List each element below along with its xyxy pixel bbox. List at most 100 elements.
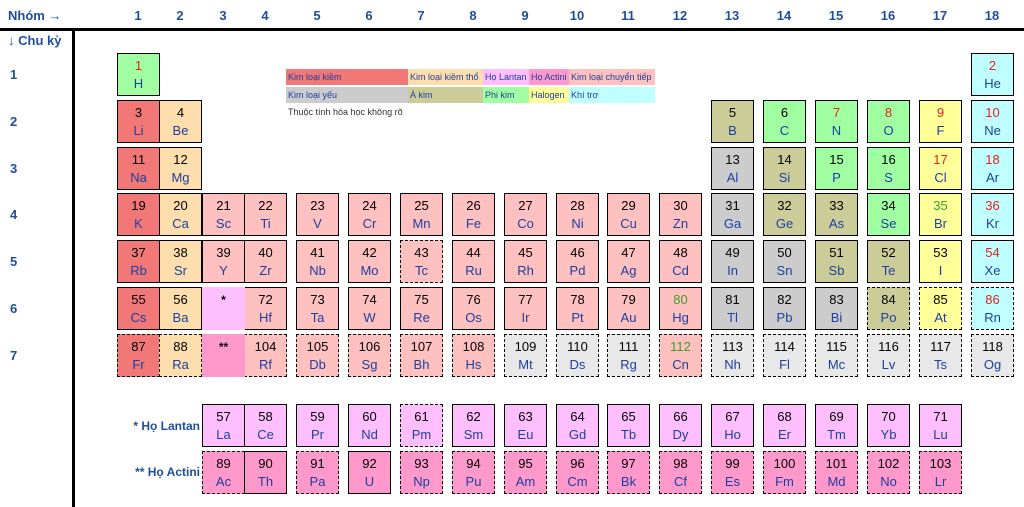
- element-Ta[interactable]: 73 Ta: [296, 287, 339, 330]
- element-Eu[interactable]: 63 Eu: [504, 404, 547, 447]
- element-Ru[interactable]: 44 Ru: [452, 240, 495, 283]
- element-Ge[interactable]: 32 Ge: [763, 193, 806, 236]
- element-Cs[interactable]: 55 Cs: [117, 287, 160, 330]
- element-Fm[interactable]: 100 Fm: [763, 451, 806, 494]
- element-Lu[interactable]: 71 Lu: [919, 404, 962, 447]
- element-Lr[interactable]: 103 Lr: [919, 451, 962, 494]
- element-Nd[interactable]: 60 Nd: [348, 404, 391, 447]
- element-Ca[interactable]: 20 Ca: [159, 193, 202, 236]
- element-Rb[interactable]: 37 Rb: [117, 240, 160, 283]
- element-Lv[interactable]: 116 Lv: [867, 334, 910, 377]
- element-Br[interactable]: 35 Br: [919, 193, 962, 236]
- element-Na[interactable]: 11 Na: [117, 147, 160, 190]
- element-Np[interactable]: 93 Np: [400, 451, 443, 494]
- element-O[interactable]: 8O: [867, 100, 910, 143]
- element-Li[interactable]: 3 Li: [117, 100, 160, 143]
- element-La[interactable]: 57 La: [202, 404, 245, 447]
- element-Th[interactable]: 90 Th: [244, 451, 287, 494]
- element-Rn[interactable]: 86 Rn: [971, 287, 1014, 330]
- element-Bh[interactable]: 107 Bh: [400, 334, 443, 377]
- element-Yb[interactable]: 70 Yb: [867, 404, 910, 447]
- element-Ag[interactable]: 47 Ag: [607, 240, 650, 283]
- element-In[interactable]: 49 In: [711, 240, 754, 283]
- element-S[interactable]: 16 S: [867, 147, 910, 190]
- element-Ra[interactable]: 88 Ra: [159, 334, 202, 377]
- element-Rf[interactable]: 104 Rf: [244, 334, 287, 377]
- element-Mt[interactable]: 109 Mt: [504, 334, 547, 377]
- element-Ni[interactable]: 28 Ni: [556, 193, 599, 236]
- element-V[interactable]: 23 V: [296, 193, 339, 236]
- element-Ba[interactable]: 56 Ba: [159, 287, 202, 330]
- element-Pt[interactable]: 78 Pt: [556, 287, 599, 330]
- element-Db[interactable]: 105 Db: [296, 334, 339, 377]
- element-Ne[interactable]: 10 Ne: [971, 100, 1014, 143]
- element-Cn[interactable]: 112 Cn: [659, 334, 702, 377]
- element-C[interactable]: 6C: [763, 100, 806, 143]
- element-He[interactable]: 2 He: [971, 53, 1014, 96]
- element-Xe[interactable]: 54 Xe: [971, 240, 1014, 283]
- element-Se[interactable]: 34 Se: [867, 193, 910, 236]
- element-Pm[interactable]: 61 Pm: [400, 404, 443, 447]
- element-Bk[interactable]: 97 Bk: [607, 451, 650, 494]
- element-Ti[interactable]: 22 Ti: [244, 193, 287, 236]
- element-Cu[interactable]: 29 Cu: [607, 193, 650, 236]
- element-Rh[interactable]: 45 Rh: [504, 240, 547, 283]
- element-Ga[interactable]: 31 Ga: [711, 193, 754, 236]
- element-Rg[interactable]: 111 Rg: [607, 334, 650, 377]
- element-Fr[interactable]: 87 Fr: [117, 334, 160, 377]
- element-Pa[interactable]: 91 Pa: [296, 451, 339, 494]
- element-Fe[interactable]: 26 Fe: [452, 193, 495, 236]
- element-Sc[interactable]: 21 Sc: [202, 193, 245, 236]
- element-Cm[interactable]: 96 Cm: [556, 451, 599, 494]
- element-Pr[interactable]: 59 Pr: [296, 404, 339, 447]
- element-Fl[interactable]: 114 Fl: [763, 334, 806, 377]
- element-Ds[interactable]: 110 Ds: [556, 334, 599, 377]
- element-Mc[interactable]: 115 Mc: [815, 334, 858, 377]
- element-Mn[interactable]: 25 Mn: [400, 193, 443, 236]
- element-B[interactable]: 5B: [711, 100, 754, 143]
- element-Tc[interactable]: 43 Tc: [400, 240, 443, 283]
- element-Hs[interactable]: 108 Hs: [452, 334, 495, 377]
- element-Dy[interactable]: 66 Dy: [659, 404, 702, 447]
- element-K[interactable]: 19 K: [117, 193, 160, 236]
- element-Ir[interactable]: 77 Ir: [504, 287, 547, 330]
- element-Am[interactable]: 95 Am: [504, 451, 547, 494]
- element-Pb[interactable]: 82 Pb: [763, 287, 806, 330]
- element-At[interactable]: 85 At: [919, 287, 962, 330]
- element-Re[interactable]: 75 Re: [400, 287, 443, 330]
- element-Ho[interactable]: 67 Ho: [711, 404, 754, 447]
- element-Nb[interactable]: 41 Nb: [296, 240, 339, 283]
- element-Pu[interactable]: 94 Pu: [452, 451, 495, 494]
- element-Ar[interactable]: 18 Ar: [971, 147, 1014, 190]
- element-Es[interactable]: 99 Es: [711, 451, 754, 494]
- element-Hg[interactable]: 80 Hg: [659, 287, 702, 330]
- element-Si[interactable]: 14 Si: [763, 147, 806, 190]
- element-Bi[interactable]: 83 Bi: [815, 287, 858, 330]
- element-Al[interactable]: 13 Al: [711, 147, 754, 190]
- element-Zn[interactable]: 30 Zn: [659, 193, 702, 236]
- element-Tl[interactable]: 81 Tl: [711, 287, 754, 330]
- element-Er[interactable]: 68 Er: [763, 404, 806, 447]
- element-Au[interactable]: 79 Au: [607, 287, 650, 330]
- element-Sg[interactable]: 106 Sg: [348, 334, 391, 377]
- element-Gd[interactable]: 64 Gd: [556, 404, 599, 447]
- element-Sb[interactable]: 51 Sb: [815, 240, 858, 283]
- element-Kr[interactable]: 36 Kr: [971, 193, 1014, 236]
- element-Zr[interactable]: 40 Zr: [244, 240, 287, 283]
- element-Cl[interactable]: 17 Cl: [919, 147, 962, 190]
- element-Ac[interactable]: 89 Ac: [202, 451, 245, 494]
- element-As[interactable]: 33 As: [815, 193, 858, 236]
- element-Sr[interactable]: 38 Sr: [159, 240, 202, 283]
- element-W[interactable]: 74 W: [348, 287, 391, 330]
- element-N[interactable]: 7N: [815, 100, 858, 143]
- element-Te[interactable]: 52 Te: [867, 240, 910, 283]
- element-Sn[interactable]: 50 Sn: [763, 240, 806, 283]
- element-Pd[interactable]: 46 Pd: [556, 240, 599, 283]
- element-P[interactable]: 15 P: [815, 147, 858, 190]
- element-I[interactable]: 53 I: [919, 240, 962, 283]
- element-H[interactable]: 1H: [117, 53, 160, 96]
- element-Ts[interactable]: 117 Ts: [919, 334, 962, 377]
- element-Hf[interactable]: 72 Hf: [244, 287, 287, 330]
- element-Sm[interactable]: 62 Sm: [452, 404, 495, 447]
- element-Mg[interactable]: 12 Mg: [159, 147, 202, 190]
